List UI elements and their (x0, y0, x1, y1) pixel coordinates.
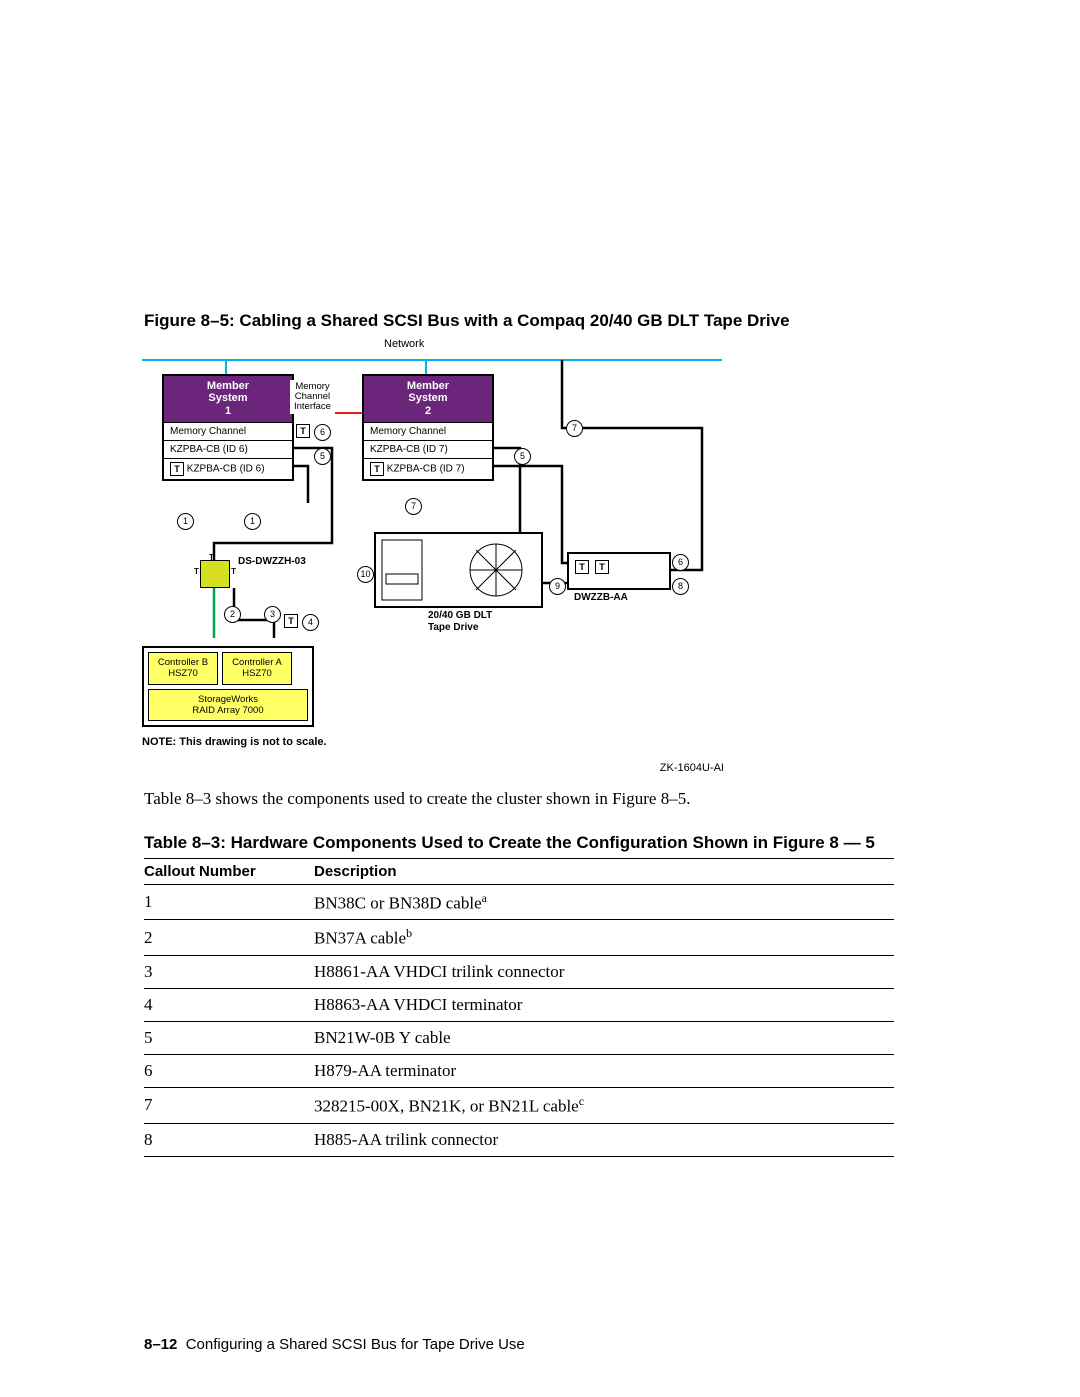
cell-callout: 7 (144, 1087, 314, 1123)
callout-6: 6 (672, 554, 689, 571)
table-title: Table 8–3: Hardware Components Used to C… (144, 832, 894, 854)
table-row: 3H8861-AA VHDCI trilink connector (144, 955, 894, 988)
components-table: Callout Number Description 1BN38C or BN3… (144, 858, 894, 1157)
member-system-1: Member System 1 Memory Channel KZPBA-CB … (162, 374, 294, 481)
table-row: 8H885-AA trilink connector (144, 1123, 894, 1156)
sys2-h2: System (408, 392, 447, 404)
t-icon: T (575, 560, 589, 574)
mci-label: MemoryChannelInterface (290, 380, 335, 414)
cell-callout: 1 (144, 884, 314, 920)
sys1-h1: Member (207, 380, 249, 392)
callout-10: 10 (357, 566, 374, 583)
figure-title: Figure 8–5: Cabling a Shared SCSI Bus wi… (144, 310, 894, 332)
sys1-r1: Memory Channel (164, 422, 292, 440)
table-row: 5BN21W-0B Y cable (144, 1021, 894, 1054)
sys2-h3: 2 (425, 405, 431, 417)
tape-label: 20/40 GB DLTTape Drive (428, 610, 492, 634)
tape-drive (374, 532, 543, 608)
table-row: 2BN37A cableb (144, 920, 894, 956)
t-icon: T (296, 424, 310, 438)
cell-desc: BN38C or BN38D cablea (314, 884, 894, 920)
table-row: 7328215-00X, BN21K, or BN21L cablec (144, 1087, 894, 1123)
controller-a: Controller AHSZ70 (222, 652, 292, 685)
table-row: 6H879-AA terminator (144, 1054, 894, 1087)
t-icon: T (370, 462, 384, 476)
network-label: Network (384, 338, 424, 350)
callout-8: 8 (672, 578, 689, 595)
cell-desc: H8863-AA VHDCI terminator (314, 988, 894, 1021)
member-system-2: Member System 2 Memory Channel KZPBA-CB … (362, 374, 494, 481)
callout-5: 5 (314, 448, 331, 465)
diagram: Network Member System 1 Memory Channel K… (142, 338, 722, 748)
th-callout: Callout Number (144, 858, 314, 884)
cell-desc: H8861-AA VHDCI trilink connector (314, 955, 894, 988)
sys1-r3-text: KZPBA-CB (ID 6) (187, 463, 265, 474)
sys1-h3: 1 (225, 405, 231, 417)
cell-callout: 4 (144, 988, 314, 1021)
cell-desc: BN21W-0B Y cable (314, 1021, 894, 1054)
callout-1: 1 (244, 513, 261, 530)
cell-callout: 6 (144, 1054, 314, 1087)
sys1-h2: System (208, 392, 247, 404)
cell-desc: 328215-00X, BN21K, or BN21L cablec (314, 1087, 894, 1123)
controller-b: Controller BHSZ70 (148, 652, 218, 685)
table-row: 4H8863-AA VHDCI terminator (144, 988, 894, 1021)
cell-desc: H885-AA trilink connector (314, 1123, 894, 1156)
page-number: 8–12 (144, 1336, 177, 1353)
paragraph: Table 8–3 shows the components used to c… (144, 788, 894, 810)
cell-callout: 2 (144, 920, 314, 956)
cell-callout: 3 (144, 955, 314, 988)
page-content: Figure 8–5: Cabling a Shared SCSI Bus wi… (144, 310, 894, 1157)
sys2-r2: KZPBA-CB (ID 7) (364, 440, 492, 458)
sys2-h1: Member (407, 380, 449, 392)
callout-7: 7 (566, 420, 583, 437)
dwzzh-label: DS-DWZZH-03 (238, 556, 306, 567)
cell-desc: BN37A cableb (314, 920, 894, 956)
t-icon: T (284, 614, 298, 628)
figure-id: ZK-1604U-AI (144, 762, 724, 774)
cell-callout: 5 (144, 1021, 314, 1054)
callout-6: 6 (314, 424, 331, 441)
t-icon: T (170, 462, 184, 476)
callout-1: 1 (177, 513, 194, 530)
sys2-header: Member System 2 (364, 376, 492, 422)
scale-note: NOTE: This drawing is not to scale. (142, 736, 327, 748)
dwzzh-hub: T T T (200, 560, 230, 588)
sys2-r1: Memory Channel (364, 422, 492, 440)
dwzzb-label: DWZZB-AA (574, 592, 628, 603)
page-footer: 8–12 Configuring a Shared SCSI Bus for T… (144, 1336, 525, 1353)
cell-desc: H879-AA terminator (314, 1054, 894, 1087)
cell-callout: 8 (144, 1123, 314, 1156)
callout-3: 3 (264, 606, 281, 623)
callout-5: 5 (514, 448, 531, 465)
t-icon: T (595, 560, 609, 574)
callout-4: 4 (302, 614, 319, 631)
sys1-header: Member System 1 (164, 376, 292, 422)
callout-7: 7 (405, 498, 422, 515)
th-desc: Description (314, 858, 894, 884)
storageworks: StorageWorksRAID Array 7000 (148, 689, 308, 722)
raid-array: Controller BHSZ70 Controller AHSZ70 Stor… (142, 646, 314, 728)
callout-9: 9 (549, 578, 566, 595)
callout-2: 2 (224, 606, 241, 623)
dwzzb-box: T T (567, 552, 671, 590)
sys1-r3: T KZPBA-CB (ID 6) (164, 458, 292, 479)
sys1-r2: KZPBA-CB (ID 6) (164, 440, 292, 458)
sys2-r3-text: KZPBA-CB (ID 7) (387, 463, 465, 474)
footer-title: Configuring a Shared SCSI Bus for Tape D… (186, 1336, 525, 1353)
table-row: 1BN38C or BN38D cablea (144, 884, 894, 920)
sys2-r3: T KZPBA-CB (ID 7) (364, 458, 492, 479)
